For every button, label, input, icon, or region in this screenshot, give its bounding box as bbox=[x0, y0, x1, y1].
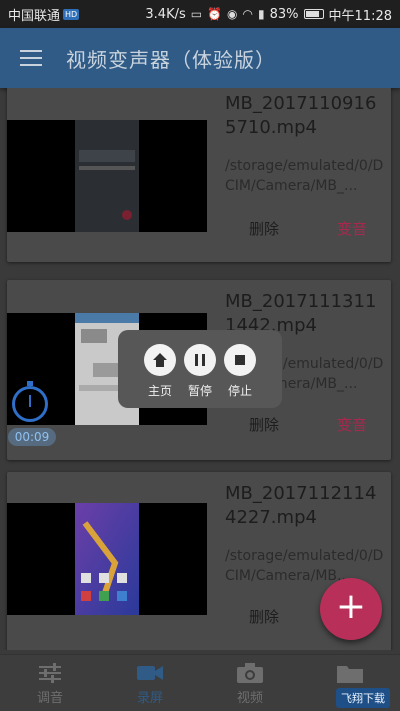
watermark-logo: 飞翔下载 bbox=[336, 688, 390, 708]
nav-tune[interactable]: 调音 bbox=[0, 655, 100, 711]
nav-record-label: 录屏 bbox=[136, 691, 163, 706]
video-thumbnail[interactable] bbox=[7, 120, 207, 232]
folder-icon bbox=[300, 661, 400, 685]
app-title: 视频变声器（体验版） bbox=[66, 47, 276, 72]
stopwatch-icon[interactable] bbox=[12, 381, 48, 422]
phone-screenshot-image bbox=[75, 120, 139, 232]
battery-percent: 83% bbox=[269, 6, 299, 22]
status-bar: 中国联通 HD 3.4K/s ▭ ⏰ ◉ ◠ ▮ 83% 中午11:28 bbox=[0, 0, 400, 28]
home-icon[interactable] bbox=[144, 344, 176, 376]
video-path: /storage/emulated/0/DCIM/Camera/MB_... bbox=[225, 158, 384, 194]
stop-icon[interactable] bbox=[224, 344, 256, 376]
carrier-badge: HD bbox=[63, 8, 80, 20]
video-filename: MB_20171121144227.mp4 bbox=[225, 483, 377, 528]
network-speed: 3.4K/s bbox=[145, 6, 186, 22]
stop-label: 停止 bbox=[227, 384, 252, 398]
home-label: 主页 bbox=[147, 384, 172, 398]
home-control[interactable]: 主页 bbox=[142, 344, 178, 399]
nav-video[interactable]: 视频 bbox=[200, 655, 300, 711]
alarm-icon: ⏰ bbox=[207, 7, 223, 21]
phone-screenshot-image bbox=[75, 503, 139, 615]
camera-icon bbox=[200, 661, 300, 685]
video-card[interactable]: MB_20171109165710.mp4 /storage/emulated/… bbox=[7, 88, 391, 262]
stop-control[interactable]: 停止 bbox=[222, 344, 258, 399]
pause-control[interactable]: 暂停 bbox=[182, 344, 218, 399]
sliders-icon bbox=[0, 661, 100, 685]
nav-video-label: 视频 bbox=[236, 691, 263, 706]
change-voice-button[interactable]: 变音 bbox=[337, 218, 367, 239]
nav-tune-label: 调音 bbox=[36, 691, 63, 706]
pause-icon[interactable] bbox=[184, 344, 216, 376]
eye-icon: ◉ bbox=[227, 7, 238, 21]
carrier-name: 中国联通 bbox=[8, 8, 61, 24]
video-camera-icon bbox=[100, 661, 200, 685]
battery-icon bbox=[303, 9, 324, 19]
video-filename: MB_20171109165710.mp4 bbox=[225, 93, 377, 138]
delete-button[interactable]: 删除 bbox=[249, 414, 279, 435]
pause-label: 暂停 bbox=[187, 384, 212, 398]
signal-icon: ▮ bbox=[258, 7, 265, 21]
delete-button[interactable]: 删除 bbox=[249, 606, 279, 627]
menu-icon[interactable] bbox=[20, 50, 42, 66]
wifi-icon: ◠ bbox=[242, 7, 254, 21]
add-button[interactable]: + bbox=[320, 578, 382, 640]
video-thumbnail[interactable] bbox=[7, 503, 207, 615]
recording-timer: 00:09 bbox=[8, 428, 56, 446]
change-voice-button[interactable]: 变音 bbox=[337, 414, 367, 435]
clock: 中午11:28 bbox=[328, 8, 392, 24]
delete-button[interactable]: 删除 bbox=[249, 218, 279, 239]
nav-record[interactable]: 录屏 bbox=[100, 655, 200, 711]
recorder-control-panel: 主页 暂停 停止 bbox=[118, 330, 282, 408]
cast-icon: ▭ bbox=[190, 7, 203, 21]
app-bar: 视频变声器（体验版） bbox=[0, 28, 400, 88]
